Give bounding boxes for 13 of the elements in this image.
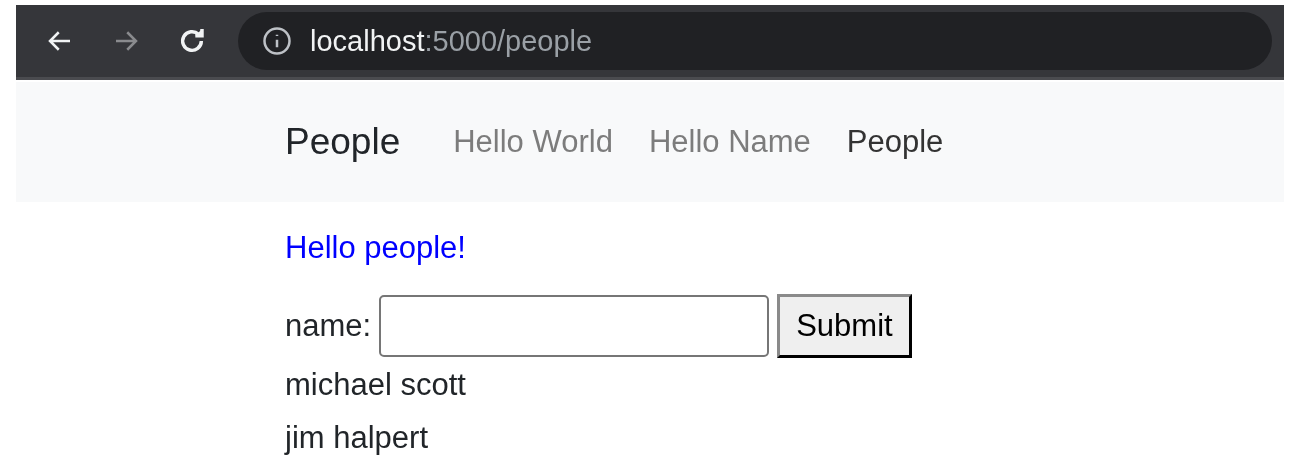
name-input[interactable] xyxy=(379,295,770,357)
greeting-text: Hello people! xyxy=(285,230,467,266)
name-label: name: xyxy=(285,308,372,344)
brand-link[interactable]: People xyxy=(285,121,401,163)
nav-link[interactable]: Hello Name xyxy=(648,124,811,160)
person-name: michael scott xyxy=(285,366,467,404)
info-icon xyxy=(262,26,292,56)
nav-link[interactable]: Hello World xyxy=(453,124,613,160)
url-text: localhost:5000/people xyxy=(310,24,593,58)
person-name: jim halpert xyxy=(285,419,429,457)
submit-button[interactable]: Submit xyxy=(777,294,912,358)
address-bar[interactable]: localhost:5000/people xyxy=(238,12,1272,70)
nav-link[interactable]: People xyxy=(846,124,944,160)
